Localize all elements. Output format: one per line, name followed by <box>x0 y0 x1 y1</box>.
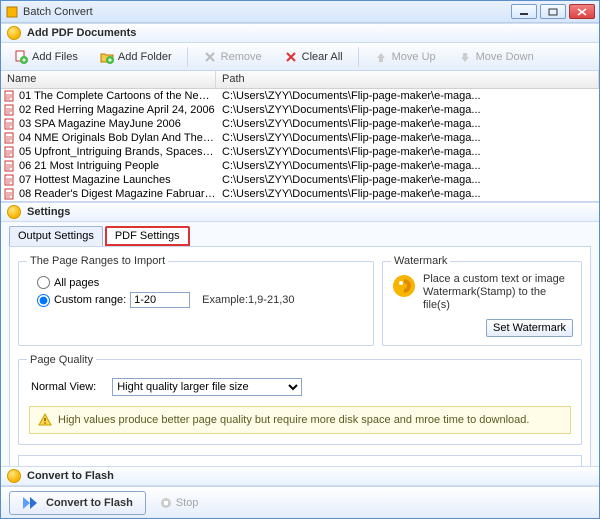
table-row[interactable]: 06 21 Most Intriguing PeopleC:\Users\ZYY… <box>1 159 599 173</box>
table-row[interactable]: 08 Reader's Digest Magazine Fabruary 200… <box>1 187 599 201</box>
section-settings: Settings <box>1 202 599 222</box>
convert-button[interactable]: Convert to Flash <box>9 491 146 515</box>
stop-icon <box>160 497 172 509</box>
clear-icon <box>284 50 298 64</box>
file-name: 04 NME Originals Bob Dylan And The Folk … <box>19 132 216 144</box>
col-name[interactable]: Name <box>1 71 216 88</box>
file-name: 07 Hottest Magazine Launches <box>19 174 216 186</box>
add-files-button[interactable]: Add Files <box>7 47 85 67</box>
tab-pdf-settings[interactable]: PDF Settings <box>105 226 190 246</box>
remove-icon <box>203 50 217 64</box>
file-name: 02 Red Herring Magazine April 24, 2006 <box>19 104 216 116</box>
pdf-icon <box>4 188 16 200</box>
section-title: Settings <box>27 206 70 218</box>
stop-button[interactable]: Stop <box>160 497 199 509</box>
section-convert: Convert to Flash <box>1 466 599 486</box>
maximize-button[interactable] <box>540 4 566 19</box>
app-icon <box>5 5 19 19</box>
watermark-icon <box>391 273 417 299</box>
file-path: C:\Users\ZYY\Documents\Flip-page-maker\e… <box>216 90 599 102</box>
import-options: Import bookmark Import links Enable sear… <box>18 455 582 466</box>
table-row[interactable]: 03 SPA Magazine MayJune 2006C:\Users\ZYY… <box>1 117 599 131</box>
custom-range-input[interactable] <box>130 292 190 308</box>
file-name: 03 SPA Magazine MayJune 2006 <box>19 118 216 130</box>
file-name: 08 Reader's Digest Magazine Fabruary 200… <box>19 188 216 200</box>
watermark-text: Place a custom text or image Watermark(S… <box>423 273 573 313</box>
pdf-icon <box>4 132 16 144</box>
file-path: C:\Users\ZYY\Documents\Flip-page-maker\e… <box>216 118 599 130</box>
add-file-icon <box>14 50 28 64</box>
file-list[interactable]: Name Path 01 The Complete Cartoons of th… <box>1 71 599 202</box>
file-path: C:\Users\ZYY\Documents\Flip-page-maker\e… <box>216 188 599 200</box>
col-path[interactable]: Path <box>216 71 599 88</box>
page-quality-legend: Page Quality <box>27 354 96 366</box>
example-label: Example:1,9-21,30 <box>202 294 294 306</box>
page-ranges-legend: The Page Ranges to Import <box>27 255 168 267</box>
custom-range-label: Custom range: <box>54 294 126 306</box>
file-list-header: Name Path <box>1 71 599 89</box>
pdf-icon <box>4 174 16 186</box>
file-name: 01 The Complete Cartoons of the New York… <box>19 90 216 102</box>
tab-output-settings[interactable]: Output Settings <box>9 226 103 246</box>
move-down-button[interactable]: Move Down <box>451 47 541 67</box>
normal-view-label: Normal View: <box>31 381 96 393</box>
arrow-up-icon <box>374 50 388 64</box>
file-name: 05 Upfront_Intriguing Brands, Spaces, Ce… <box>19 146 216 158</box>
table-row[interactable]: 02 Red Herring Magazine April 24, 2006C:… <box>1 103 599 117</box>
close-button[interactable] <box>569 4 595 19</box>
page-quality-group: Page Quality Normal View: Hight quality … <box>18 354 582 445</box>
quality-select[interactable]: Hight quality larger file size <box>112 378 302 396</box>
arrow-down-icon <box>458 50 472 64</box>
section-add-documents: Add PDF Documents <box>1 23 599 43</box>
watermark-legend: Watermark <box>391 255 450 267</box>
add-folder-icon <box>100 50 114 64</box>
table-row[interactable]: 01 The Complete Cartoons of the New York… <box>1 89 599 103</box>
pdf-icon <box>4 90 16 102</box>
section-title: Add PDF Documents <box>27 27 136 39</box>
pdf-settings-panel: The Page Ranges to Import All pages Cust… <box>9 246 591 466</box>
convert-toolbar: Convert to Flash Stop <box>1 486 599 518</box>
page-ranges-group: The Page Ranges to Import All pages Cust… <box>18 255 374 346</box>
watermark-group: Watermark Place a custom text or image W… <box>382 255 582 346</box>
clear-all-button[interactable]: Clear All <box>277 47 350 67</box>
file-name: 06 21 Most Intriguing People <box>19 160 216 172</box>
pdf-icon <box>4 160 16 172</box>
table-row[interactable]: 07 Hottest Magazine LaunchesC:\Users\ZYY… <box>1 173 599 187</box>
play-icon <box>22 496 40 510</box>
table-row[interactable]: 05 Upfront_Intriguing Brands, Spaces, Ce… <box>1 145 599 159</box>
file-path: C:\Users\ZYY\Documents\Flip-page-maker\e… <box>216 132 599 144</box>
warning-icon <box>38 413 52 427</box>
section-icon <box>7 469 21 483</box>
toolbar: Add Files Add Folder Remove Clear All Mo… <box>1 43 599 71</box>
section-icon <box>7 26 21 40</box>
add-folder-button[interactable]: Add Folder <box>93 47 179 67</box>
section-title: Convert to Flash <box>27 470 114 482</box>
set-watermark-button[interactable]: Set Watermark <box>486 319 573 337</box>
table-row[interactable]: 04 NME Originals Bob Dylan And The Folk … <box>1 131 599 145</box>
file-path: C:\Users\ZYY\Documents\Flip-page-maker\e… <box>216 160 599 172</box>
remove-button[interactable]: Remove <box>196 47 269 67</box>
window-title: Batch Convert <box>23 6 511 18</box>
file-path: C:\Users\ZYY\Documents\Flip-page-maker\e… <box>216 146 599 158</box>
all-pages-radio[interactable] <box>37 276 50 289</box>
quality-info: High values produce better page quality … <box>29 406 571 434</box>
custom-range-radio[interactable] <box>37 294 50 307</box>
section-icon <box>7 205 21 219</box>
titlebar: Batch Convert <box>1 1 599 23</box>
window: Batch Convert Add PDF Documents Add File… <box>0 0 600 519</box>
pdf-icon <box>4 118 16 130</box>
move-up-button[interactable]: Move Up <box>367 47 443 67</box>
all-pages-label: All pages <box>54 277 99 289</box>
minimize-button[interactable] <box>511 4 537 19</box>
file-path: C:\Users\ZYY\Documents\Flip-page-maker\e… <box>216 104 599 116</box>
file-path: C:\Users\ZYY\Documents\Flip-page-maker\e… <box>216 174 599 186</box>
pdf-icon <box>4 104 16 116</box>
quality-info-text: High values produce better page quality … <box>58 414 529 426</box>
pdf-icon <box>4 146 16 158</box>
